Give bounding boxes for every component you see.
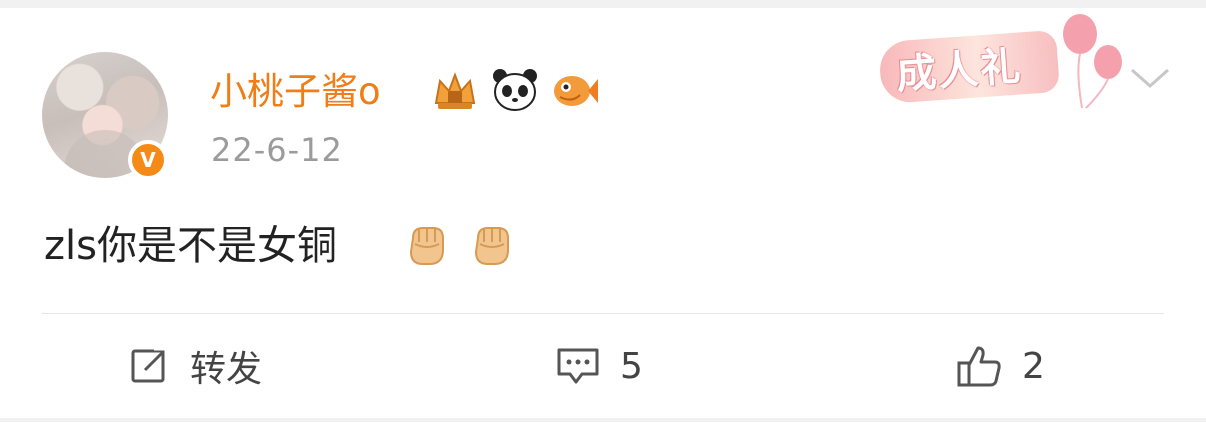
balloon-icon — [1063, 14, 1122, 109]
fist-emoji — [409, 227, 444, 265]
verified-badge-icon: V — [128, 140, 168, 180]
post-date: 22-6-12 — [211, 131, 343, 169]
comment-button[interactable]: 5 — [556, 340, 643, 392]
coming-of-age-badge: 成人礼 — [878, 12, 1130, 112]
like-button[interactable]: 2 — [956, 340, 1045, 392]
like-icon — [957, 346, 1001, 387]
like-count: 2 — [1022, 345, 1045, 387]
bottom-separator — [0, 418, 1206, 422]
comment-count: 5 — [620, 345, 643, 387]
repost-label: 转发 — [190, 349, 263, 390]
crown-badge-icon[interactable] — [430, 67, 480, 113]
comment-text: zls你是不是女铜 — [44, 223, 337, 269]
comment-icon — [557, 348, 599, 384]
fish-badge-icon[interactable] — [550, 67, 600, 113]
chevron-down-icon[interactable] — [1128, 62, 1172, 92]
fist-emoji — [474, 227, 509, 265]
repost-button[interactable]: 转发 — [130, 340, 262, 392]
top-separator — [0, 0, 1206, 8]
panda-badge-icon[interactable] — [490, 67, 540, 113]
user-badges — [430, 66, 600, 114]
divider — [42, 313, 1164, 314]
ceremony-label: 成人礼 — [894, 43, 1024, 99]
username[interactable]: 小桃子酱o — [210, 66, 381, 118]
repost-icon — [131, 346, 170, 383]
